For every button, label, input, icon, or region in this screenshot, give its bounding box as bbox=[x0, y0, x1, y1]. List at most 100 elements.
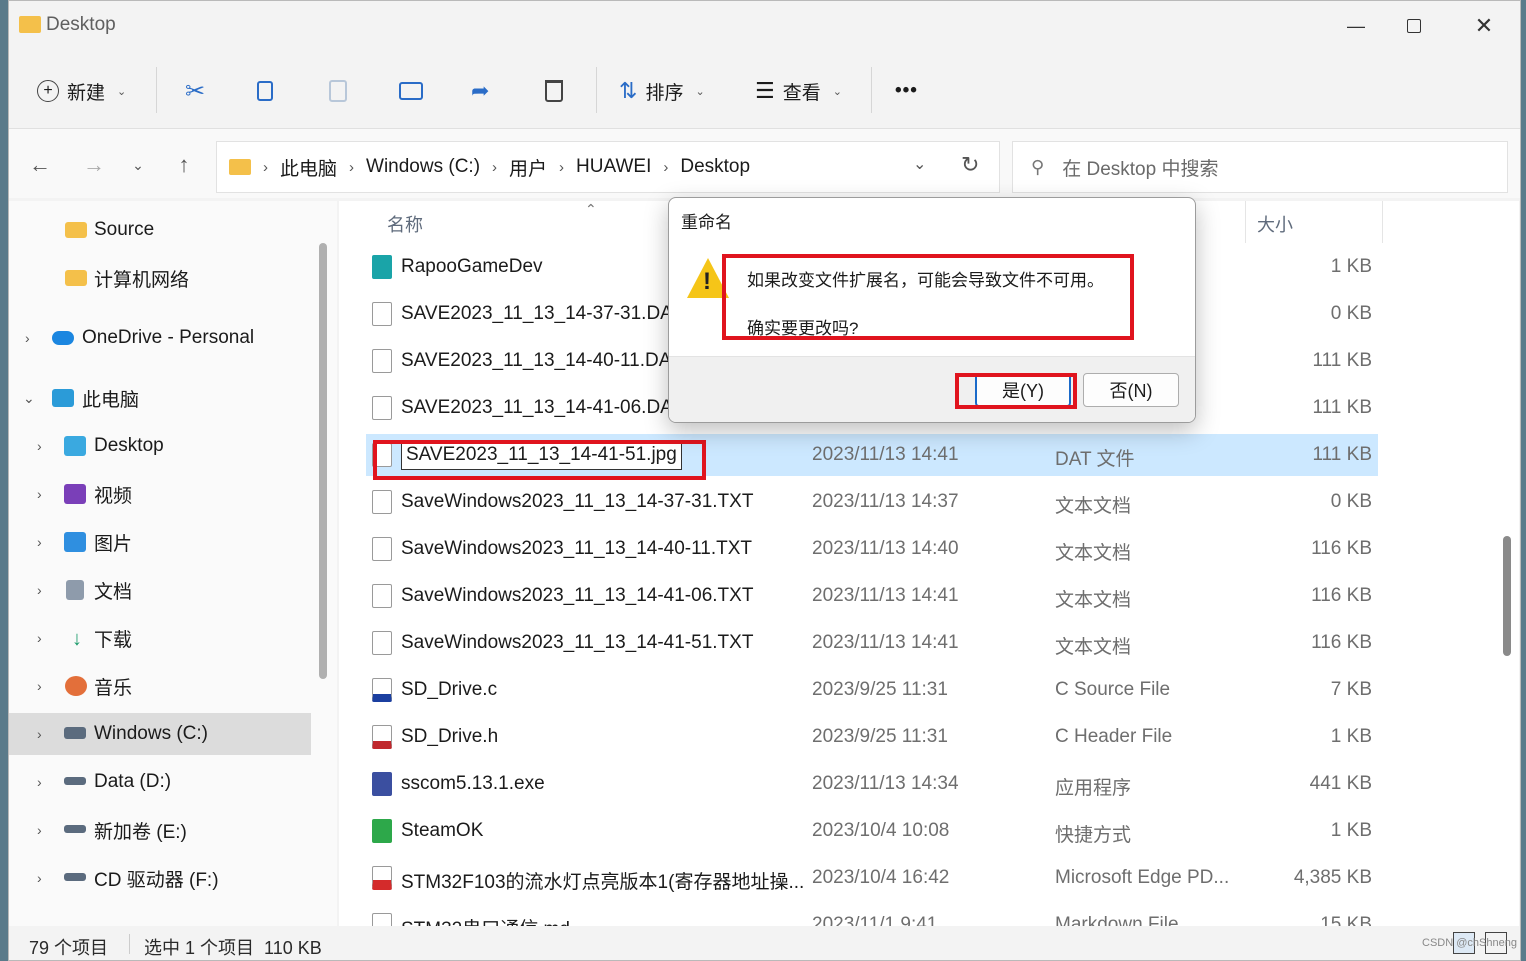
sidebar-item-volume-e[interactable]: › 新加卷 (E:) bbox=[9, 809, 311, 851]
search-placeholder: 在 Desktop 中搜索 bbox=[1062, 158, 1219, 180]
file-row[interactable]: SD_Drive.c 2023/9/25 11:31 C Source File… bbox=[366, 669, 1378, 711]
window-title: Desktop bbox=[46, 14, 116, 35]
file-row[interactable]: SteamOK 2023/10/4 10:08 快捷方式 1 KB bbox=[366, 810, 1378, 852]
new-button[interactable]: + 新建 ⌄ bbox=[37, 69, 126, 113]
new-label: 新建 bbox=[67, 82, 106, 104]
breadcrumb-desktop[interactable]: Desktop bbox=[680, 156, 750, 178]
text-file-icon bbox=[372, 537, 392, 561]
sidebar-item-desktop[interactable]: › Desktop bbox=[9, 425, 311, 467]
sidebar-item-onedrive[interactable]: › OneDrive - Personal bbox=[9, 317, 311, 359]
text-file-icon bbox=[372, 584, 392, 608]
highlight-box-filename bbox=[373, 440, 706, 480]
up-button[interactable]: ↑ bbox=[167, 149, 201, 181]
scissors-icon: ✂ bbox=[185, 77, 206, 105]
breadcrumb-windows-c[interactable]: Windows (C:) bbox=[366, 156, 480, 178]
divider bbox=[596, 67, 597, 113]
command-bar: + 新建 ⌄ ✂ ➦ ⇅ 排序 ⌄ ☰ 查看 ⌄ ••• bbox=[9, 57, 1520, 125]
file-row[interactable]: SaveWindows2023_11_13_14-40-11.TXT 2023/… bbox=[366, 528, 1378, 570]
file-row[interactable]: SD_Drive.h 2023/9/25 11:31 C Header File… bbox=[366, 716, 1378, 758]
search-input[interactable]: ⚲ 在 Desktop 中搜索 bbox=[1012, 141, 1508, 193]
chevron-right-icon: › bbox=[25, 330, 30, 346]
column-divider bbox=[1245, 201, 1246, 243]
sidebar-item-downloads[interactable]: › ↓ 下载 bbox=[9, 617, 311, 659]
rename-button[interactable] bbox=[399, 69, 423, 113]
sidebar-scrollbar[interactable] bbox=[319, 243, 327, 679]
sidebar-item-videos[interactable]: › 视频 bbox=[9, 473, 311, 515]
dialog-footer: 是(Y) 否(N) bbox=[669, 356, 1195, 422]
no-button[interactable]: 否(N) bbox=[1083, 373, 1179, 407]
divider bbox=[156, 67, 157, 113]
status-divider bbox=[129, 934, 130, 954]
address-dropdown-button[interactable]: ⌄ bbox=[913, 154, 926, 174]
app-shortcut-icon bbox=[372, 255, 392, 279]
pc-icon bbox=[52, 389, 74, 407]
file-row[interactable]: SaveWindows2023_11_13_14-41-51.TXT 2023/… bbox=[366, 622, 1378, 664]
delete-button[interactable] bbox=[545, 69, 563, 113]
chevron-down-icon: ⌄ bbox=[832, 85, 842, 98]
sidebar-item-music[interactable]: › 音乐 bbox=[9, 665, 311, 707]
share-button[interactable]: ➦ bbox=[471, 69, 489, 113]
cut-button[interactable]: ✂ bbox=[185, 69, 205, 113]
search-icon: ⚲ bbox=[1031, 156, 1045, 177]
file-row[interactable]: STM32串口通信.md 2023/11/1 9:41 Markdown Fil… bbox=[366, 904, 1378, 926]
selection-info: 选中 1 个项目 110 KB bbox=[144, 938, 322, 958]
file-row[interactable]: SaveWindows2023_11_13_14-37-31.TXT 2023/… bbox=[366, 481, 1378, 523]
sidebar-item-network[interactable]: 计算机网络 bbox=[9, 257, 311, 299]
file-row[interactable]: SaveWindows2023_11_13_14-41-06.TXT 2023/… bbox=[366, 575, 1378, 617]
document-icon bbox=[66, 580, 84, 600]
copy-button[interactable] bbox=[257, 69, 273, 113]
file-row[interactable]: STM32F103的流水灯点亮版本1(寄存器地址操... 2023/10/4 1… bbox=[366, 857, 1378, 899]
view-button[interactable]: ☰ 查看 ⌄ bbox=[755, 69, 842, 113]
breadcrumb-this-pc[interactable]: 此电脑 bbox=[280, 154, 337, 181]
media-file-icon bbox=[372, 302, 392, 326]
title-bar: Desktop — ✕ bbox=[9, 1, 1520, 51]
column-divider bbox=[1382, 201, 1383, 243]
sidebar-item-pictures[interactable]: › 图片 bbox=[9, 521, 311, 563]
executable-icon bbox=[372, 772, 392, 796]
view-label: 查看 bbox=[782, 82, 821, 104]
paste-icon bbox=[329, 80, 347, 102]
watermark: CSDN @chShneng bbox=[1422, 937, 1517, 949]
sidebar-item-windows-c[interactable]: › Windows (C:) bbox=[9, 713, 311, 755]
music-icon bbox=[65, 676, 87, 696]
forward-button[interactable]: → bbox=[77, 149, 111, 181]
chevron-right-icon: › bbox=[37, 534, 42, 550]
chevron-right-icon: › bbox=[37, 678, 42, 694]
copy-icon bbox=[257, 81, 273, 101]
highlight-box-yes bbox=[955, 373, 1077, 409]
recent-locations-button[interactable]: ⌄ bbox=[121, 149, 155, 181]
chevron-right-icon: › bbox=[663, 158, 669, 176]
shortcut-icon bbox=[372, 819, 392, 843]
chevron-right-icon: › bbox=[263, 158, 268, 176]
column-header-name[interactable]: 名称 bbox=[387, 211, 423, 237]
column-header-size[interactable]: 大小 bbox=[1257, 211, 1293, 237]
sidebar-item-cd-f[interactable]: › CD 驱动器 (F:) bbox=[9, 857, 311, 899]
folder-icon bbox=[65, 222, 87, 238]
paste-button[interactable] bbox=[329, 69, 347, 113]
file-list-scrollbar[interactable] bbox=[1503, 536, 1511, 656]
sort-button[interactable]: ⇅ 排序 ⌄ bbox=[619, 69, 705, 113]
sidebar-item-documents[interactable]: › 文档 bbox=[9, 569, 311, 611]
sidebar-item-data-d[interactable]: › Data (D:) bbox=[9, 761, 311, 803]
breadcrumb-users[interactable]: 用户 bbox=[509, 154, 547, 181]
sort-ascending-icon: ⌃ bbox=[585, 201, 597, 217]
chevron-right-icon: › bbox=[37, 870, 42, 886]
highlight-box-message bbox=[722, 254, 1134, 340]
divider bbox=[871, 67, 872, 113]
back-button[interactable]: ← bbox=[23, 149, 57, 181]
breadcrumb-huawei[interactable]: HUAWEI bbox=[576, 156, 651, 178]
refresh-button[interactable]: ↻ bbox=[961, 152, 979, 178]
file-row[interactable]: sscom5.13.1.exe 2023/11/13 14:34 应用程序 44… bbox=[366, 763, 1378, 805]
warning-icon-mark: ! bbox=[703, 268, 711, 295]
minimize-button[interactable]: — bbox=[1327, 7, 1385, 45]
more-button[interactable]: ••• bbox=[895, 69, 918, 113]
navigation-bar: ← → ⌄ ↑ › 此电脑 › Windows (C:) › 用户 › HUAW… bbox=[9, 128, 1520, 198]
close-button[interactable]: ✕ bbox=[1455, 7, 1513, 45]
pdf-file-icon bbox=[372, 866, 392, 890]
chevron-down-icon: ⌄ bbox=[117, 85, 127, 98]
sidebar-item-this-pc[interactable]: ⌄ 此电脑 bbox=[9, 377, 311, 419]
rename-dialog: 重命名 ! 如果改变文件扩展名，可能会导致文件不可用。 确实要更改吗? 是(Y)… bbox=[668, 197, 1196, 423]
address-bar[interactable]: › 此电脑 › Windows (C:) › 用户 › HUAWEI › Des… bbox=[216, 141, 1000, 193]
sidebar-item-source[interactable]: Source bbox=[9, 209, 311, 251]
maximize-button[interactable] bbox=[1385, 7, 1443, 45]
